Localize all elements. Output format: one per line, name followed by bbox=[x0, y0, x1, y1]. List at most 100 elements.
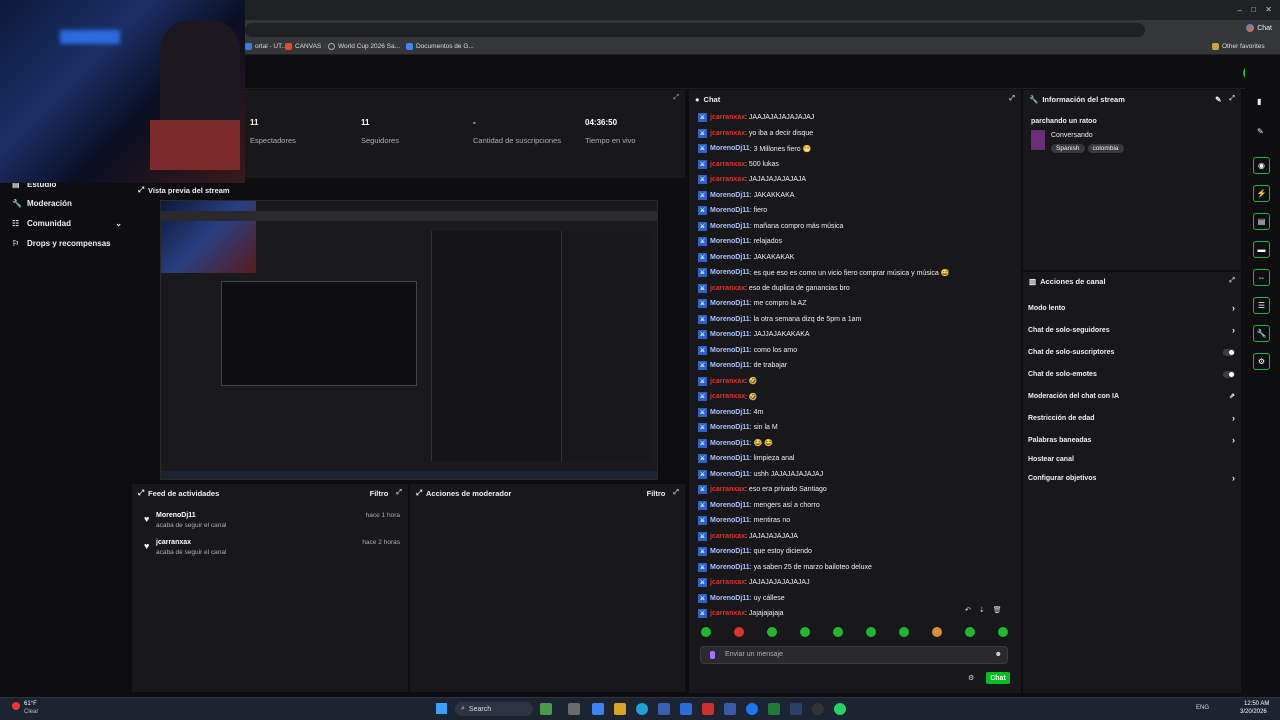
emote-icon[interactable] bbox=[800, 627, 810, 637]
sidebar-item-moderation[interactable]: 🔧 Moderación bbox=[12, 199, 72, 208]
trash-icon[interactable]: 🗑 bbox=[993, 606, 1002, 614]
address-bar[interactable] bbox=[245, 23, 1145, 37]
chat-username[interactable]: jcarranxax bbox=[710, 130, 745, 137]
quick-action-button[interactable]: ◉ bbox=[1253, 157, 1270, 174]
channel-action-item[interactable]: Hostear canal bbox=[1028, 453, 1235, 465]
chat-username[interactable]: jcarranxax bbox=[710, 486, 745, 493]
steam-icon[interactable] bbox=[790, 703, 802, 715]
chat-settings-icon[interactable]: ⚙ bbox=[968, 674, 974, 682]
minimize-icon[interactable]: – bbox=[1238, 6, 1242, 15]
chat-username[interactable]: MorenoDj11 bbox=[710, 238, 750, 245]
activity-user[interactable]: MorenoDj11 bbox=[156, 512, 196, 519]
clock-date[interactable]: 3/20/2026 bbox=[1240, 709, 1267, 715]
facebook-icon[interactable] bbox=[746, 703, 758, 715]
emote-icon[interactable] bbox=[833, 627, 843, 637]
chat-username[interactable]: MorenoDj11 bbox=[710, 192, 750, 199]
chat-username[interactable]: MorenoDj11 bbox=[710, 517, 750, 524]
emote-icon[interactable] bbox=[734, 627, 744, 637]
chat-username[interactable]: MorenoDj11 bbox=[710, 440, 750, 447]
whatsapp-icon[interactable] bbox=[834, 703, 846, 715]
emote-icon[interactable] bbox=[899, 627, 909, 637]
chat-username[interactable]: MorenoDj11 bbox=[710, 316, 750, 323]
chat-username[interactable]: MorenoDj11 bbox=[710, 269, 750, 276]
excel-icon[interactable] bbox=[768, 703, 780, 715]
emote-icon[interactable] bbox=[932, 627, 942, 637]
chat-tab-button[interactable]: Chat bbox=[1246, 24, 1272, 32]
chat-username[interactable]: MorenoDj11 bbox=[710, 424, 750, 431]
chat-username[interactable]: MorenoDj11 bbox=[710, 548, 750, 555]
chat-input[interactable]: Enviar un mensaje ☻ bbox=[700, 646, 1008, 664]
filter-button[interactable]: Filtro bbox=[647, 489, 666, 498]
youtube-icon[interactable] bbox=[702, 703, 714, 715]
quick-action-button[interactable]: ▤ bbox=[1253, 213, 1270, 230]
emote-icon[interactable] bbox=[767, 627, 777, 637]
chat-username[interactable]: MorenoDj11 bbox=[710, 595, 750, 602]
quick-action-button[interactable]: ⚙ bbox=[1253, 353, 1270, 370]
emote-icon[interactable] bbox=[965, 627, 975, 637]
app-icon[interactable] bbox=[724, 703, 736, 715]
chat-username[interactable]: MorenoDj11 bbox=[710, 300, 750, 307]
maximize-icon[interactable]: □ bbox=[1251, 5, 1256, 14]
windows-start-icon[interactable] bbox=[436, 703, 447, 714]
quick-action-button[interactable]: ⇔ bbox=[1253, 269, 1270, 286]
copilot-icon[interactable] bbox=[592, 703, 604, 715]
channel-action-item[interactable]: Chat de solo-emotes bbox=[1028, 368, 1235, 380]
dock-icon[interactable]: ▮ bbox=[1257, 97, 1261, 106]
widgets-icon[interactable] bbox=[540, 703, 552, 715]
quick-action-button[interactable]: ⚡ bbox=[1253, 185, 1270, 202]
store-icon[interactable] bbox=[658, 703, 670, 715]
chat-username[interactable]: MorenoDj11 bbox=[710, 409, 750, 416]
clock-time[interactable]: 12:50 AM bbox=[1244, 701, 1269, 707]
popout-icon[interactable]: ⤢ bbox=[673, 489, 679, 497]
bookmark-item[interactable]: Documentos de G... bbox=[406, 43, 474, 50]
folder-icon[interactable] bbox=[614, 703, 626, 715]
channel-action-item[interactable]: Restricción de edad › bbox=[1028, 412, 1235, 424]
chat-username[interactable]: jcarranxax bbox=[710, 114, 745, 121]
channel-action-item[interactable]: Chat de solo-suscriptores bbox=[1028, 346, 1235, 358]
channel-action-item[interactable]: Moderación del chat con IA ⇗ bbox=[1028, 390, 1235, 402]
popout-icon[interactable]: ⤢ bbox=[1229, 95, 1235, 103]
edit-icon[interactable]: ✎ bbox=[1257, 127, 1264, 136]
channel-action-item[interactable]: Chat de solo-seguidores › bbox=[1028, 324, 1235, 336]
popout-icon[interactable]: ⤢ bbox=[138, 185, 144, 195]
chat-username[interactable]: MorenoDj11 bbox=[710, 564, 750, 571]
chat-username[interactable]: MorenoDj11 bbox=[710, 223, 750, 230]
chat-username[interactable]: jcarranxax bbox=[710, 393, 745, 400]
microphone-icon[interactable] bbox=[710, 651, 715, 659]
edge-icon[interactable] bbox=[636, 703, 648, 715]
emote-icon[interactable] bbox=[701, 627, 711, 637]
popout-icon[interactable]: ⤢ bbox=[1229, 277, 1235, 285]
other-favorites[interactable]: Other favorites bbox=[1212, 43, 1265, 50]
chat-username[interactable]: MorenoDj11 bbox=[710, 207, 750, 214]
emote-icon[interactable] bbox=[998, 627, 1008, 637]
chat-username[interactable]: MorenoDj11 bbox=[710, 331, 750, 338]
chat-username[interactable]: MorenoDj11 bbox=[710, 254, 750, 261]
chat-username[interactable]: jcarranxax bbox=[710, 533, 745, 540]
filter-button[interactable]: Filtro bbox=[370, 489, 389, 498]
toggle-switch[interactable] bbox=[1223, 370, 1235, 378]
language-indicator[interactable]: ENG bbox=[1196, 705, 1209, 711]
chat-send-button[interactable]: Chat bbox=[986, 672, 1010, 684]
channel-action-item[interactable]: Modo lento › bbox=[1028, 302, 1235, 314]
chat-username[interactable]: jcarranxax bbox=[710, 285, 745, 292]
bookmark-item[interactable]: World Cup 2026 Sa... bbox=[328, 43, 400, 50]
chat-username[interactable]: jcarranxax bbox=[710, 378, 745, 385]
channel-action-item[interactable]: Palabras baneadas › bbox=[1028, 434, 1235, 446]
popout-icon[interactable]: ⤢ bbox=[416, 488, 422, 498]
edit-icon[interactable]: ✎ bbox=[1215, 95, 1221, 104]
popout-icon[interactable]: ⤢ bbox=[1009, 95, 1015, 103]
chat-username[interactable]: MorenoDj11 bbox=[710, 471, 750, 478]
emote-picker-icon[interactable]: ☻ bbox=[995, 651, 1002, 658]
chat-username[interactable]: jcarranxax bbox=[710, 161, 745, 168]
chat-username[interactable]: jcarranxax bbox=[710, 176, 745, 183]
quick-action-button[interactable]: ▬ bbox=[1253, 241, 1270, 258]
tag-spanish[interactable]: Spanish bbox=[1051, 144, 1085, 153]
chat-username[interactable]: jcarranxax bbox=[710, 610, 745, 617]
chat-username[interactable]: MorenoDj11 bbox=[710, 347, 750, 354]
activity-user[interactable]: jcarranxax bbox=[156, 539, 191, 546]
file-explorer-icon[interactable] bbox=[568, 703, 580, 715]
taskbar-search[interactable]: ⌕ Search bbox=[455, 702, 533, 716]
chat-username[interactable]: MorenoDj11 bbox=[710, 362, 750, 369]
toggle-switch[interactable] bbox=[1223, 348, 1235, 356]
chrome-icon[interactable] bbox=[812, 703, 824, 715]
